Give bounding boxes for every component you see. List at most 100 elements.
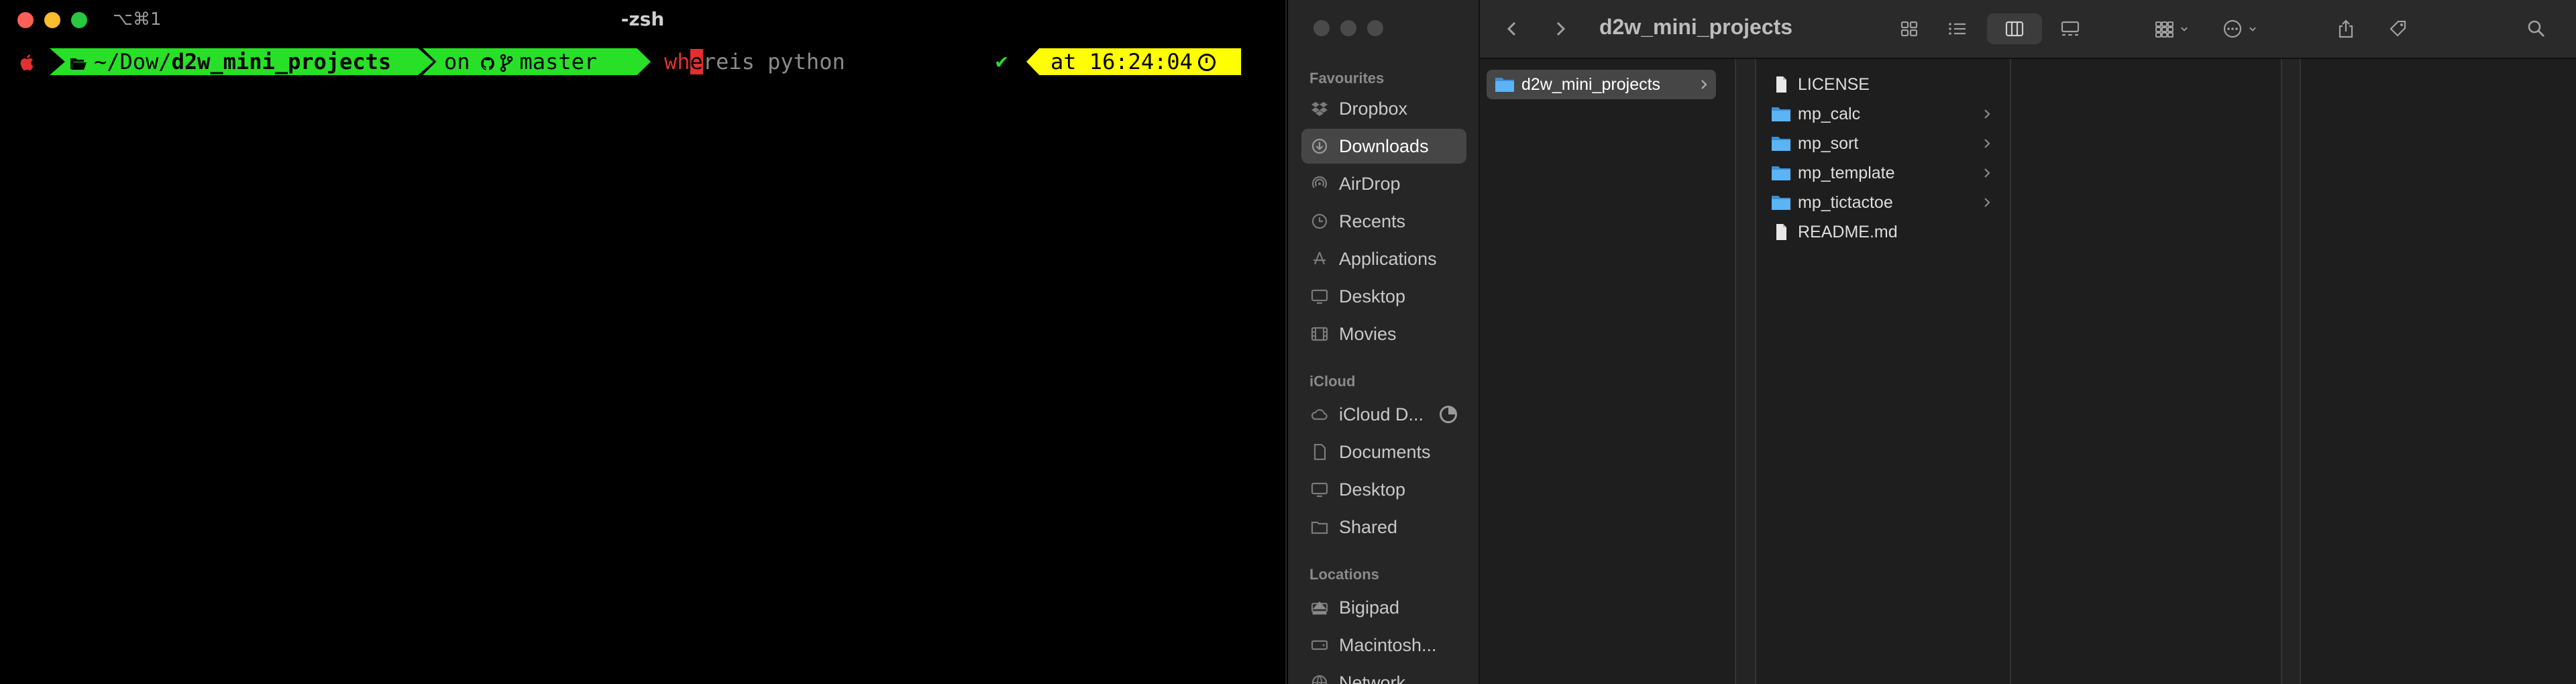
sync-progress-icon: [1440, 406, 1457, 423]
sidebar-item-label: AirDrop: [1339, 174, 1401, 194]
search-button[interactable]: [2520, 13, 2553, 44]
sidebar-item-shared[interactable]: Shared: [1301, 510, 1466, 545]
list-item[interactable]: mp_tictactoe: [1763, 188, 1999, 217]
column-3[interactable]: [2011, 59, 2282, 684]
sidebar-item-icloud-drive[interactable]: iCloud D...: [1301, 397, 1466, 432]
terminal-window[interactable]: ⌥⌘1 -zsh ~/Dow/d2w_mini_projects on mast…: [0, 0, 1287, 684]
list-item[interactable]: d2w_mini_projects: [1487, 70, 1716, 99]
column-divider[interactable]: [2282, 59, 2301, 684]
prompt-git-segment: on master: [423, 48, 651, 75]
action-menu-button[interactable]: [2212, 13, 2269, 44]
sidebar-item-network[interactable]: Network: [1301, 665, 1466, 684]
list-item[interactable]: mp_sort: [1763, 129, 1999, 158]
sidebar-item-label: Shared: [1339, 517, 1398, 537]
folder-icon: [1495, 78, 1514, 92]
sidebar-section-favourites: Favourites: [1309, 70, 1385, 87]
sidebar-item-label: Network: [1339, 673, 1406, 684]
sidebar-item-label: Recents: [1339, 211, 1406, 231]
network-icon: [1311, 675, 1328, 684]
chevron-right-icon: [1984, 168, 1990, 178]
sidebar-item-applications[interactable]: Applications: [1301, 241, 1466, 276]
dropbox-icon: [1311, 102, 1328, 116]
eject-icon[interactable]: [1311, 600, 1328, 616]
sidebar-item-icloud-desktop[interactable]: Desktop: [1301, 472, 1466, 507]
list-item[interactable]: README.md: [1763, 217, 1999, 247]
column-4[interactable]: [2301, 59, 2576, 684]
item-label: LICENSE: [1798, 75, 1870, 94]
sidebar-item-label: Downloads: [1339, 136, 1429, 156]
command-input[interactable]: whereis python: [664, 48, 845, 75]
file-icon: [1776, 76, 1786, 93]
finder-window[interactable]: Favourites Dropbox Downloads AirDrop Rec…: [1288, 0, 2576, 684]
close-window-button[interactable]: [1313, 20, 1330, 36]
sidebar-item-movies[interactable]: Movies: [1301, 317, 1466, 351]
gallery-icon: [2061, 21, 2080, 36]
clock-icon: [1197, 54, 1216, 71]
gallery-view-button[interactable]: [2051, 13, 2089, 44]
item-label: d2w_mini_projects: [1521, 75, 1661, 94]
sidebar-item-label: Desktop: [1339, 286, 1406, 306]
sidebar-section-icloud: iCloud: [1309, 373, 1356, 390]
group-grid-icon: [2155, 21, 2174, 38]
sidebar-item-label: Desktop: [1339, 479, 1406, 500]
finder-toolbar: d2w_mini_projects: [1480, 0, 2576, 59]
icon-view-button[interactable]: [1890, 13, 1928, 44]
chevron-right-icon: [1556, 21, 1566, 36]
git-branch-icon: [500, 54, 513, 72]
sidebar-item-label: Applications: [1339, 249, 1437, 269]
column-browser[interactable]: d2w_mini_projects LICENSE mp_calc mp_sor…: [1480, 59, 2576, 684]
list-view-button[interactable]: [1939, 13, 1976, 44]
finder-sidebar[interactable]: Favourites Dropbox Downloads AirDrop Rec…: [1288, 0, 1480, 684]
folder-icon: [1772, 166, 1790, 180]
list-item[interactable]: LICENSE: [1763, 70, 1999, 99]
sidebar-item-dropbox[interactable]: Dropbox: [1301, 91, 1466, 126]
clock-icon: [1311, 213, 1328, 229]
share-button[interactable]: [2330, 13, 2361, 44]
terminal-titlebar[interactable]: ⌥⌘1 -zsh: [0, 0, 1285, 42]
ellipsis-circle-icon: [2223, 19, 2242, 38]
sidebar-item-documents[interactable]: Documents: [1301, 435, 1466, 469]
command-typed-text: wh: [664, 49, 690, 74]
sidebar-item-bigipad[interactable]: Bigipad: [1301, 590, 1466, 625]
sidebar-section-locations: Locations: [1309, 566, 1379, 583]
item-label: mp_tictactoe: [1798, 193, 1893, 212]
group-button[interactable]: [2144, 13, 2200, 44]
sidebar-item-recents[interactable]: Recents: [1301, 204, 1466, 239]
desktop-icon: [1311, 289, 1328, 304]
item-label: README.md: [1798, 223, 1898, 241]
prompt-path-segment: ~/Dow/d2w_mini_projects: [50, 48, 433, 75]
share-icon: [2339, 19, 2353, 38]
sidebar-item-macintosh[interactable]: Macintosh...: [1301, 628, 1466, 663]
download-icon: [1311, 138, 1328, 154]
path-current-dir: d2w_mini_projects: [171, 49, 392, 74]
github-icon: [480, 57, 494, 70]
zoom-window-button[interactable]: [1367, 20, 1383, 36]
sidebar-item-downloads[interactable]: Downloads: [1301, 129, 1466, 164]
command-suggestion-text: reis python: [702, 49, 845, 74]
list-item[interactable]: mp_template: [1763, 158, 1999, 188]
chevron-down-icon: [2181, 27, 2188, 32]
desktop: ⌥⌘1 -zsh ~/Dow/d2w_mini_projects on mast…: [0, 0, 2576, 684]
chevron-right-icon: [1984, 109, 1990, 119]
minimize-window-button[interactable]: [1340, 20, 1356, 36]
column-divider[interactable]: [1736, 59, 1756, 684]
terminal-title: -zsh: [621, 8, 665, 30]
prompt-line[interactable]: ~/Dow/d2w_mini_projects on master wherei…: [0, 46, 1285, 78]
list-item[interactable]: mp_calc: [1763, 99, 1999, 129]
tags-button[interactable]: [2381, 13, 2415, 44]
column-view-button[interactable]: [1987, 13, 2042, 44]
sidebar-item-label: Macintosh...: [1339, 635, 1437, 655]
search-icon: [2528, 20, 2544, 37]
forward-button[interactable]: [1547, 13, 1574, 44]
back-button[interactable]: [1499, 13, 1525, 44]
desktop-icon: [1311, 482, 1328, 498]
git-branch-name: master: [519, 49, 598, 74]
column-2[interactable]: LICENSE mp_calc mp_sort mp_template mp_t…: [1756, 59, 2011, 684]
sidebar-item-label: Movies: [1339, 324, 1397, 344]
sidebar-item-label: iCloud D...: [1339, 404, 1424, 424]
sidebar-item-airdrop[interactable]: AirDrop: [1301, 166, 1466, 201]
column-1[interactable]: d2w_mini_projects: [1480, 59, 1736, 684]
sidebar-item-desktop[interactable]: Desktop: [1301, 279, 1466, 314]
film-icon: [1311, 327, 1328, 341]
item-label: mp_sort: [1798, 134, 1859, 153]
